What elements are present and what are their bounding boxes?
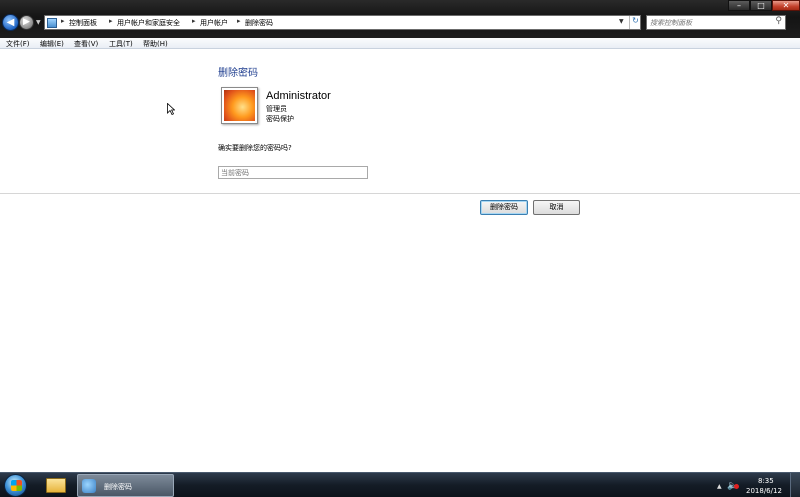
search-box[interactable]: ⚲ — [646, 15, 786, 30]
taskbar: 删除密码 ▲ 🔈 8:35 2018/6/12 — [0, 472, 800, 497]
user-role: 管理员 — [266, 105, 287, 113]
breadcrumb-separator-icon[interactable]: ▸ — [237, 17, 241, 25]
maximize-button[interactable]: □ — [750, 0, 772, 11]
breadcrumb-separator-icon[interactable]: ▸ — [109, 17, 113, 25]
search-input[interactable] — [650, 17, 768, 29]
breadcrumb-control-panel[interactable]: 控制面板 — [69, 18, 97, 28]
windows-logo-icon — [11, 480, 22, 491]
menu-edit[interactable]: 编辑(E) — [40, 39, 64, 49]
taskbar-active-window[interactable]: 删除密码 — [77, 474, 174, 497]
close-icon: ✕ — [782, 1, 790, 10]
taskbar-window-label: 删除密码 — [104, 483, 132, 491]
cancel-button[interactable]: 取消 — [533, 200, 580, 215]
menu-bar: 文件(F) 编辑(E) 查看(V) 工具(T) 帮助(H) — [0, 38, 800, 49]
menu-tools[interactable]: 工具(T) — [109, 39, 133, 49]
show-desktop-button[interactable] — [790, 473, 800, 497]
window-titlebar: ◀ ▶ ▼ ▸ 控制面板 ▸ 用户帐户和家庭安全 ▸ 用户帐户 ▸ 删除密码 ▼… — [0, 0, 800, 38]
breadcrumb-separator-icon[interactable]: ▸ — [192, 17, 196, 25]
current-password-input[interactable] — [218, 166, 368, 179]
back-button[interactable]: ◀ — [2, 14, 19, 31]
action-center-icon[interactable] — [734, 484, 739, 489]
menu-help[interactable]: 帮助(H) — [143, 39, 168, 49]
confirm-prompt: 确实要删除您的密码吗? — [218, 144, 292, 152]
show-hidden-icons-icon[interactable]: ▲ — [717, 483, 722, 490]
forward-arrow-icon: ▶ — [23, 17, 30, 27]
maximize-icon: □ — [757, 1, 765, 10]
refresh-icon[interactable]: ↻ — [629, 16, 641, 29]
breadcrumb-remove-password[interactable]: 删除密码 — [245, 18, 273, 28]
minimize-icon: – — [737, 1, 741, 10]
search-icon[interactable]: ⚲ — [775, 16, 782, 26]
menu-file[interactable]: 文件(F) — [6, 39, 30, 49]
start-button[interactable] — [4, 474, 27, 497]
back-arrow-icon: ◀ — [6, 17, 15, 28]
breadcrumb-separator-icon[interactable]: ▸ — [61, 17, 65, 25]
flower-picture-icon — [224, 90, 255, 121]
user-accounts-icon — [82, 479, 96, 493]
remove-password-button[interactable]: 删除密码 — [480, 200, 528, 215]
close-button[interactable]: ✕ — [772, 0, 800, 11]
recent-pages-dropdown[interactable]: ▼ — [36, 19, 41, 26]
user-name: Administrator — [266, 90, 331, 102]
clock-time[interactable]: 8:35 — [758, 477, 774, 485]
address-bar[interactable]: ▸ 控制面板 ▸ 用户帐户和家庭安全 ▸ 用户帐户 ▸ 删除密码 ▼ ↻ — [44, 15, 641, 30]
forward-button[interactable]: ▶ — [19, 15, 34, 30]
breadcrumb-user-accounts-family[interactable]: 用户帐户和家庭安全 — [117, 18, 180, 28]
clock-date[interactable]: 2018/6/12 — [746, 487, 782, 495]
taskbar-explorer-button[interactable] — [39, 474, 73, 497]
mouse-cursor-icon — [167, 103, 175, 115]
breadcrumb-user-accounts[interactable]: 用户帐户 — [200, 18, 228, 28]
page-title: 删除密码 — [218, 68, 258, 79]
minimize-button[interactable]: – — [728, 0, 750, 11]
divider — [0, 193, 800, 194]
folder-icon — [46, 478, 66, 493]
content-area: 删除密码 Administrator 管理员 密码保护 确实要删除您的密码吗? … — [0, 50, 800, 472]
address-dropdown-icon[interactable]: ▼ — [619, 18, 624, 25]
window-controls: – □ ✕ — [728, 0, 800, 11]
user-avatar — [221, 87, 258, 124]
control-panel-icon — [47, 18, 57, 28]
user-password-status: 密码保护 — [266, 115, 294, 123]
menu-view[interactable]: 查看(V) — [74, 39, 98, 49]
